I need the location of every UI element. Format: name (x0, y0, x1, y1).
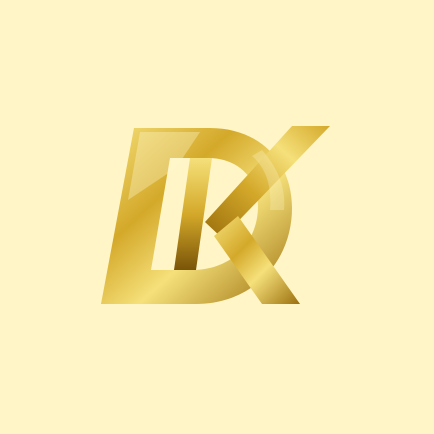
app-icon-canvas (0, 0, 434, 434)
dk-monogram-logo-icon (0, 0, 434, 434)
